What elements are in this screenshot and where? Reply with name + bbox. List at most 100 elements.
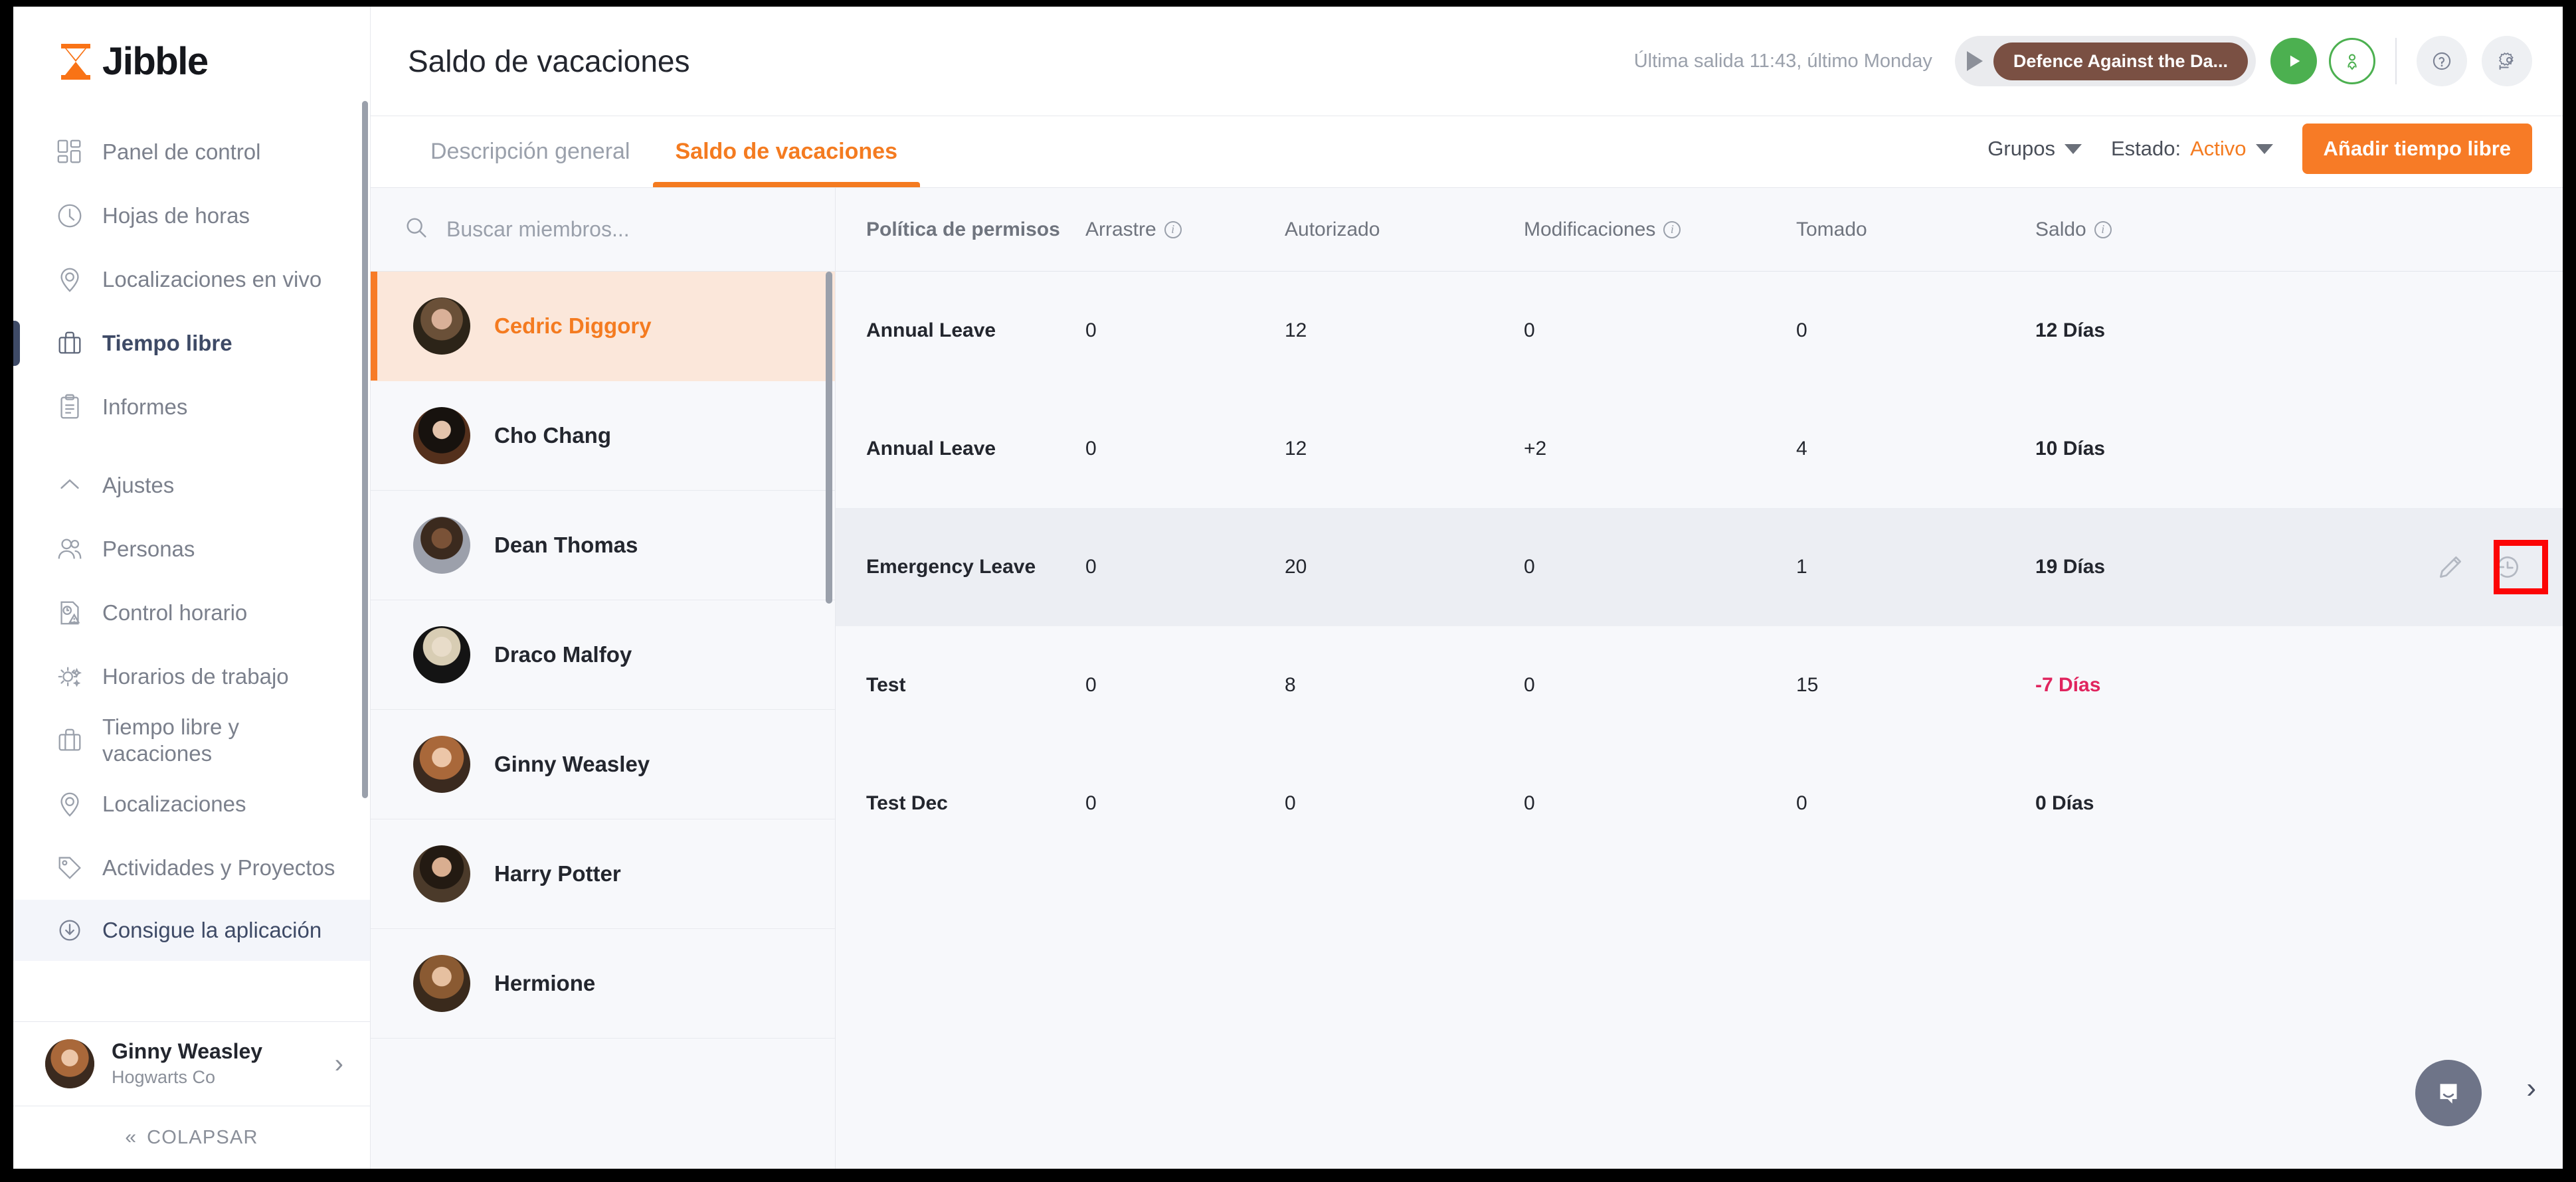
column-header-policy: Política de permisos: [866, 218, 1085, 241]
chevron-down-icon: [2064, 143, 2082, 154]
collapse-sidebar-button[interactable]: « COLAPSAR: [13, 1106, 370, 1169]
chat-widget-button[interactable]: [2415, 1060, 2482, 1126]
sidebar-item-work-schedules[interactable]: Horarios de trabajo: [13, 645, 370, 709]
sidebar-item-activities-projects[interactable]: Actividades y Proyectos: [13, 836, 370, 900]
briefcase-icon: [54, 328, 85, 359]
avatar: [413, 626, 470, 683]
brand-logo[interactable]: Jibble: [13, 7, 370, 116]
tab-leave-balance[interactable]: Saldo de vacaciones: [652, 116, 921, 187]
sidebar-item-time-off[interactable]: Tiempo libre: [13, 311, 370, 375]
sidebar-nav: Panel de control Hojas de horas Localiza…: [13, 116, 370, 1021]
table-row[interactable]: Test 0 8 0 15 -7 Días: [836, 626, 2563, 744]
member-name: Cho Chang: [494, 423, 611, 448]
sidebar-item-get-app[interactable]: Consigue la aplicación: [13, 900, 370, 961]
groups-filter[interactable]: Grupos: [1987, 137, 2082, 161]
member-list: Cedric Diggory Cho Chang Dean Thomas Dra…: [371, 272, 835, 1169]
info-icon[interactable]: i: [2094, 220, 2112, 238]
chevron-right-icon[interactable]: ›: [2526, 1072, 2536, 1105]
sidebar-user-card[interactable]: Ginny Weasley Hogwarts Co ›: [13, 1021, 370, 1106]
table-row[interactable]: Test Dec 0 0 0 0 0 Días: [836, 744, 2563, 863]
column-header-label: Saldo: [2035, 218, 2086, 240]
people-icon: [54, 534, 85, 564]
cell-policy: Test: [866, 674, 906, 696]
members-panel: Cedric Diggory Cho Chang Dean Thomas Dra…: [371, 188, 836, 1169]
cell-carryover: 0: [1085, 438, 1097, 460]
main-area: Saldo de vacaciones Última salida 11:43,…: [371, 7, 2563, 1169]
list-item[interactable]: Harry Potter: [371, 819, 835, 929]
sidebar-item-settings[interactable]: Ajustes: [13, 454, 370, 517]
cell-balance: 12 Días: [2035, 319, 2106, 341]
list-item[interactable]: Draco Malfoy: [371, 600, 835, 710]
cell-policy: Test Dec: [866, 792, 948, 814]
person-check-icon: [2347, 54, 2357, 70]
sidebar-item-time-control[interactable]: Control horario: [13, 581, 370, 645]
avatar: [413, 736, 470, 793]
tabs-bar-actions: Grupos Estado: Activo Añadir tiempo libr…: [1987, 124, 2532, 187]
topbar: Saldo de vacaciones Última salida 11:43,…: [371, 7, 2563, 116]
sidebar-item-timesheets[interactable]: Hojas de horas: [13, 184, 370, 248]
status-filter-value: Activo: [2190, 137, 2247, 160]
member-name: Hermione: [494, 971, 596, 995]
table-row[interactable]: Annual Leave 0 12 0 0 12 Días: [836, 272, 2563, 390]
chevrons-left-icon: «: [125, 1126, 137, 1148]
info-icon[interactable]: i: [1164, 220, 1182, 238]
avatar: [413, 955, 470, 1012]
cell-authorized: 8: [1285, 674, 1296, 696]
list-item[interactable]: Cho Chang: [371, 381, 835, 491]
list-item[interactable]: Ginny Weasley: [371, 710, 835, 819]
sidebar-item-label: Localizaciones en vivo: [102, 267, 322, 292]
avatar: [413, 407, 470, 464]
chevron-up-icon: [54, 470, 85, 501]
person-check-button[interactable]: [2329, 38, 2375, 84]
activity-timer-pill[interactable]: Defence Against the Da...: [1954, 36, 2256, 86]
tab-overview[interactable]: Descripción general: [408, 116, 653, 187]
status-filter[interactable]: Estado: Activo: [2111, 137, 2273, 161]
groups-filter-label: Grupos: [1987, 137, 2055, 160]
column-header-label: Autorizado: [1285, 218, 1380, 240]
content-split: Cedric Diggory Cho Chang Dean Thomas Dra…: [371, 188, 2563, 1169]
member-search-row: [371, 188, 835, 272]
sidebar-item-dashboard[interactable]: Panel de control: [13, 120, 370, 184]
last-clock-out-text: Última salida 11:43, último Monday: [1633, 50, 1932, 72]
cell-policy: Annual Leave: [866, 438, 996, 460]
sidebar-item-label: Control horario: [102, 600, 248, 626]
member-name: Cedric Diggory: [494, 313, 652, 338]
sidebar-item-people[interactable]: Personas: [13, 517, 370, 581]
info-icon[interactable]: i: [1663, 220, 1681, 238]
sidebar-item-live-locations[interactable]: Localizaciones en vivo: [13, 248, 370, 311]
list-item[interactable]: Cedric Diggory: [371, 272, 835, 381]
settings-button[interactable]: [2482, 36, 2532, 86]
device-frame: Jibble Panel de control Hojas de horas L…: [0, 0, 2576, 1182]
cell-balance: 19 Días: [2035, 556, 2106, 578]
help-button[interactable]: [2417, 36, 2467, 86]
table-row[interactable]: Emergency Leave 0 20 0 1 19 Días: [836, 508, 2563, 626]
sidebar-item-locations[interactable]: Localizaciones: [13, 772, 370, 836]
cell-balance: 10 Días: [2035, 438, 2106, 460]
list-item[interactable]: Hermione: [371, 929, 835, 1039]
cell-taken: 1: [1796, 556, 1807, 578]
table-row[interactable]: Annual Leave 0 12 +2 4 10 Días: [836, 390, 2563, 508]
sidebar-item-time-off-holidays[interactable]: Tiempo libre y vacaciones: [13, 709, 370, 772]
sidebar-scrollbar[interactable]: [362, 101, 368, 798]
history-clock-icon[interactable]: [2492, 552, 2523, 582]
time-control-icon: [54, 598, 85, 628]
pencil-icon[interactable]: [2435, 552, 2466, 582]
current-activity-chip[interactable]: Defence Against the Da...: [1993, 42, 2248, 80]
sidebar: Jibble Panel de control Hojas de horas L…: [13, 7, 371, 1169]
member-list-scrollbar[interactable]: [826, 272, 832, 604]
search-input[interactable]: [446, 217, 802, 242]
start-timer-button[interactable]: [2270, 38, 2317, 84]
sidebar-item-label: Informes: [102, 394, 188, 420]
sidebar-item-reports[interactable]: Informes: [13, 375, 370, 439]
member-name: Dean Thomas: [494, 533, 638, 557]
column-header-label: Arrastre: [1085, 218, 1156, 240]
add-time-off-button[interactable]: Añadir tiempo libre: [2302, 124, 2532, 174]
cell-modifications: 0: [1524, 319, 1535, 341]
play-triangle-icon: [1966, 51, 1983, 71]
clock-icon: [54, 201, 85, 231]
sidebar-item-label: Horarios de trabajo: [102, 664, 289, 689]
cell-modifications: 0: [1524, 792, 1535, 814]
sidebar-user-name: Ginny Weasley: [112, 1039, 263, 1064]
list-item[interactable]: Dean Thomas: [371, 491, 835, 600]
